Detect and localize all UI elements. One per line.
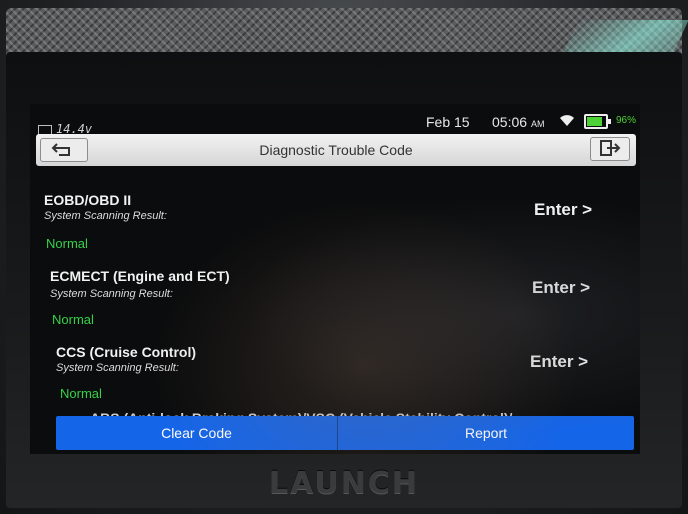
status-bar: 14.4v Feb 15 05:06 AM 96% — [30, 104, 640, 136]
scan-result-label: System Scanning Result: — [50, 288, 173, 300]
page-title: Diagnostic Trouble Code — [259, 142, 413, 158]
system-item-eobd: EOBD/OBD II System Scanning Result: Norm… — [30, 166, 640, 251]
scan-result-label: System Scanning Result: — [56, 362, 179, 374]
status-time: 05:06 AM — [492, 114, 544, 130]
clear-code-button[interactable]: Clear Code — [56, 416, 337, 450]
enter-button[interactable]: Enter > — [530, 352, 588, 372]
system-list: EOBD/OBD II System Scanning Result: Norm… — [30, 166, 640, 420]
status-date: Feb 15 — [426, 114, 470, 130]
report-button[interactable]: Report — [338, 416, 634, 450]
exit-button[interactable] — [590, 137, 630, 161]
battery-icon — [584, 114, 611, 129]
system-item-ecmect: ECMECT (Engine and ECT) System Scanning … — [30, 244, 640, 327]
system-name: CCS (Cruise Control) — [56, 344, 196, 360]
screen: 14.4v Feb 15 05:06 AM 96% Diagnostic Tro… — [30, 104, 640, 454]
battery-car-icon — [38, 124, 52, 135]
battery-percent: 96% — [616, 115, 637, 126]
scan-result-label: System Scanning Result: — [44, 210, 167, 222]
time-ampm: AM — [530, 119, 545, 129]
enter-button[interactable]: Enter > — [534, 200, 592, 220]
exit-icon — [600, 140, 621, 156]
device-housing: 14.4v Feb 15 05:06 AM 96% Diagnostic Tro… — [0, 0, 688, 514]
action-bar: Clear Code Report — [56, 416, 634, 450]
system-name: EOBD/OBD II — [44, 192, 132, 208]
time-value: 05:06 — [492, 114, 528, 130]
brand-logo: LAUNCH — [268, 466, 419, 501]
system-name: ECMECT (Engine and ECT) — [50, 268, 230, 284]
system-item-ccs: CCS (Cruise Control) System Scanning Res… — [30, 322, 640, 401]
enter-button[interactable]: Enter > — [532, 278, 590, 298]
battery-level — [587, 117, 603, 126]
wifi-icon — [560, 115, 574, 126]
scan-result-value: Normal — [60, 386, 102, 401]
title-bar: Diagnostic Trouble Code — [36, 134, 636, 166]
